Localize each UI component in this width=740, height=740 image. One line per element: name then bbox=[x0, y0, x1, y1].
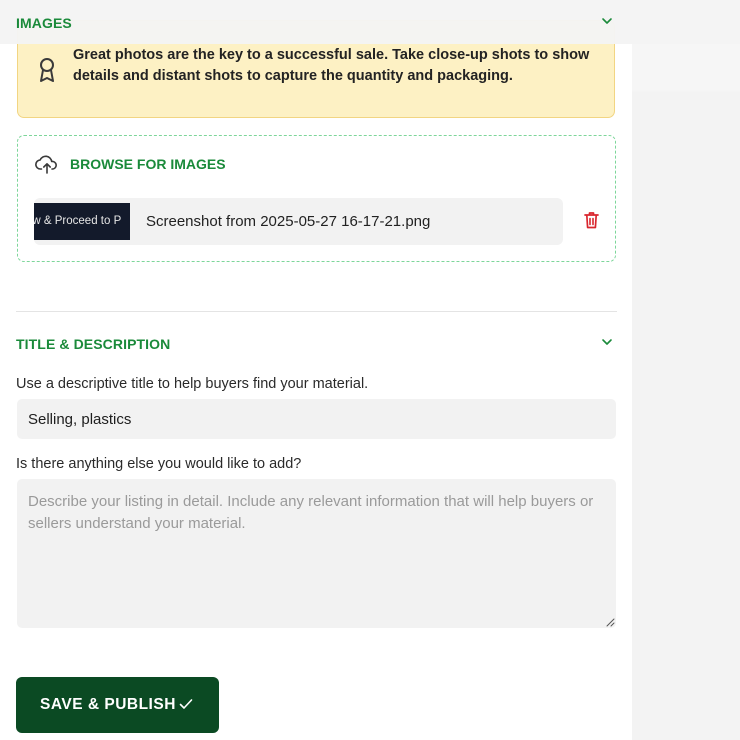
description-textarea[interactable] bbox=[17, 479, 616, 628]
images-section-title: IMAGES bbox=[16, 15, 72, 31]
image-dropzone[interactable]: BROWSE FOR IMAGES ow & Proceed to P Scre… bbox=[17, 135, 616, 262]
award-icon bbox=[40, 58, 54, 82]
section-divider bbox=[16, 311, 617, 312]
file-name: Screenshot from 2025-05-27 16-17-21.png bbox=[146, 213, 431, 230]
save-publish-button[interactable]: SAVE & PUBLISH bbox=[16, 677, 219, 733]
trash-icon[interactable] bbox=[584, 211, 599, 229]
title-field-label: Use a descriptive title to help buyers f… bbox=[16, 376, 369, 392]
page-background bbox=[632, 0, 740, 740]
file-thumbnail: ow & Proceed to P bbox=[34, 203, 130, 240]
chevron-down-icon[interactable] bbox=[601, 15, 613, 27]
images-section-header[interactable]: IMAGES bbox=[0, 0, 740, 44]
photo-tips-text: Great photos are the key to a successful… bbox=[73, 47, 590, 84]
cloud-upload-icon[interactable] bbox=[35, 154, 59, 174]
title-section-title: TITLE & DESCRIPTION bbox=[16, 336, 171, 352]
check-icon bbox=[179, 699, 193, 709]
details-field-label: Is there anything else you would like to… bbox=[16, 456, 302, 472]
title-input[interactable] bbox=[17, 399, 616, 439]
uploaded-file-item: ow & Proceed to P Screenshot from 2025-0… bbox=[34, 198, 563, 245]
browse-images-link[interactable]: BROWSE FOR IMAGES bbox=[70, 156, 226, 172]
chevron-down-icon[interactable] bbox=[601, 336, 613, 348]
resize-handle-icon[interactable] bbox=[606, 618, 615, 627]
save-publish-label: SAVE & PUBLISH bbox=[40, 696, 176, 713]
